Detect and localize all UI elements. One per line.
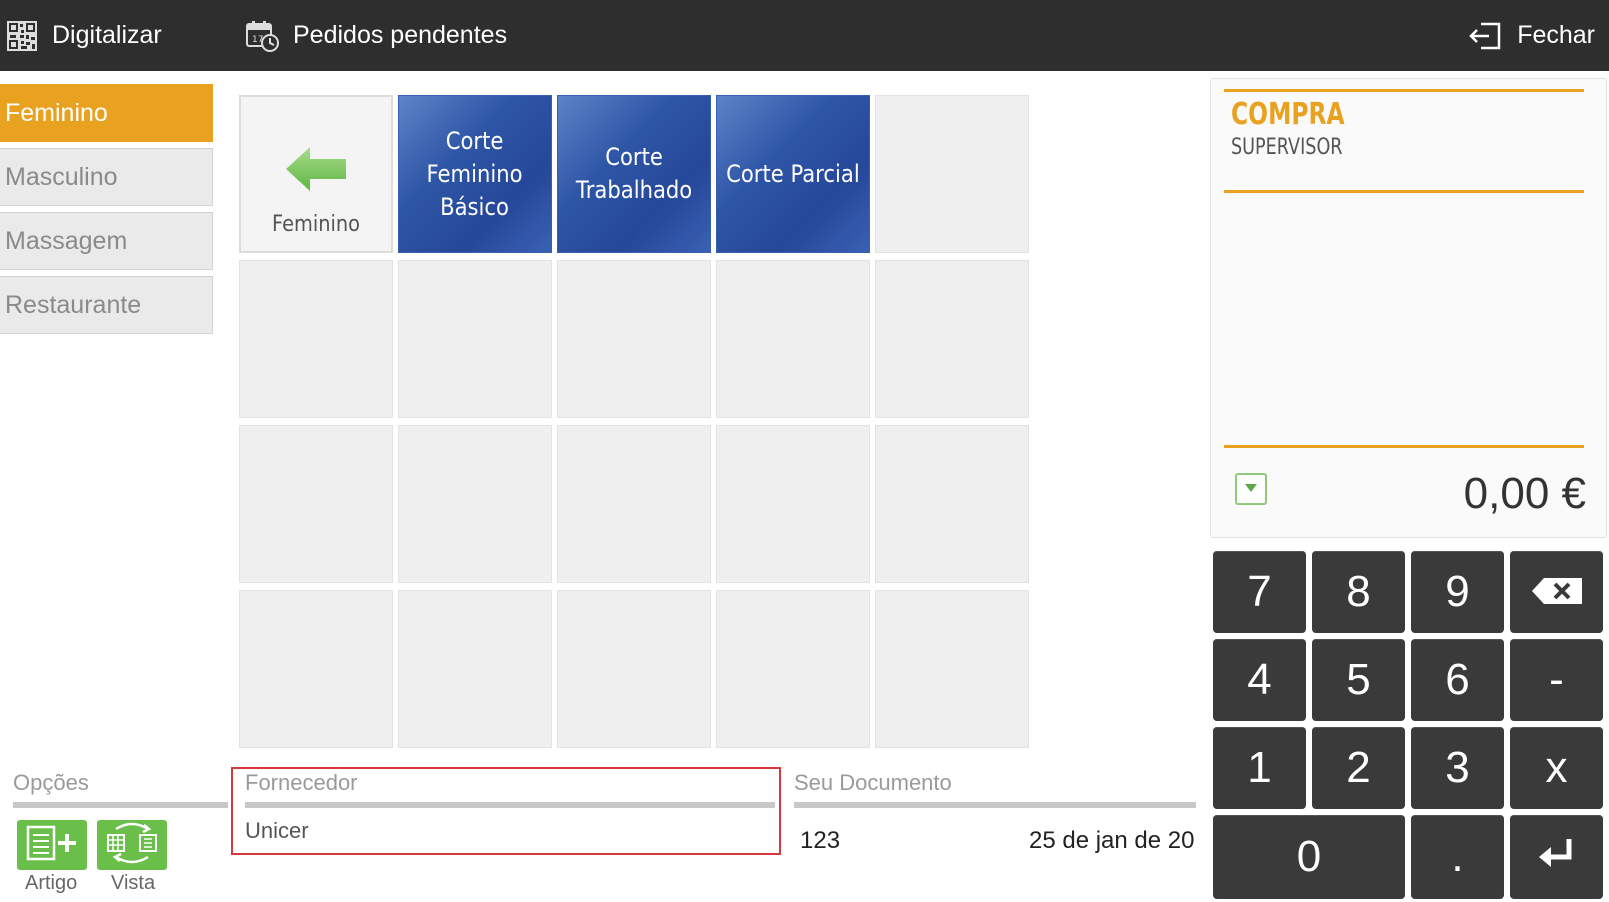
key-3[interactable]: 3 [1411,727,1504,809]
key-6[interactable]: 6 [1411,639,1504,721]
receipt-expand-button[interactable] [1235,473,1267,505]
scan-button[interactable]: Digitalizar [6,0,162,71]
key-minus[interactable]: - [1510,639,1603,721]
category-label: Restaurante [5,290,142,319]
supplier-label: Fornecedor [245,770,358,795]
close-label: Fechar [1517,21,1595,49]
empty-tile [716,260,870,418]
empty-tile [875,95,1029,253]
add-article-label: Artigo [25,872,78,894]
document-divider [794,802,1196,808]
key-9[interactable]: 9 [1411,551,1504,633]
empty-tile [398,425,552,583]
product-tile[interactable]: Corte Trabalhado [557,95,711,253]
category-label: Feminino [5,98,108,127]
category-massagem[interactable]: Massagem [0,212,213,270]
supplier-divider [245,802,775,808]
top-bar: Digitalizar 17 Pedidos pendentes Fechar [0,0,1609,71]
enter-button[interactable] [1510,815,1603,899]
key-1[interactable]: 1 [1213,727,1306,809]
key-decimal[interactable]: . [1411,815,1504,899]
chevron-down-icon [1244,480,1258,498]
scan-label: Digitalizar [52,21,162,49]
category-label: Masculino [5,162,118,191]
product-label: Corte Feminino Básico [426,126,523,221]
calendar-clock-icon: 17 [245,20,279,52]
empty-tile [239,260,393,418]
category-masculino[interactable]: Masculino [0,148,213,206]
empty-tile [875,260,1029,418]
receipt-divider [1224,190,1584,193]
key-0[interactable]: 0 [1213,815,1405,899]
key-4[interactable]: 4 [1213,639,1306,721]
key-5[interactable]: 5 [1312,639,1405,721]
product-tile[interactable]: Corte Parcial [716,95,870,253]
product-label: Corte Parcial [726,159,860,188]
add-article-button[interactable] [17,820,87,870]
close-button[interactable]: Fechar [1467,0,1595,71]
options-divider [13,802,228,808]
empty-tile [716,425,870,583]
receipt-user: SUPERVISOR [1231,135,1343,160]
back-tile[interactable]: Feminino [239,95,393,253]
add-article-icon [26,825,78,866]
key-8[interactable]: 8 [1312,551,1405,633]
category-feminino[interactable]: Feminino [0,84,213,142]
document-label: Seu Documento [794,770,952,795]
key-7[interactable]: 7 [1213,551,1306,633]
product-tile[interactable]: Corte Feminino Básico [398,95,552,253]
key-2[interactable]: 2 [1312,727,1405,809]
options-label: Opções [13,770,89,795]
pending-orders-button[interactable]: 17 Pedidos pendentes [245,0,507,71]
pending-orders-label: Pedidos pendentes [293,21,508,49]
empty-tile [557,260,711,418]
empty-tile [875,590,1029,748]
backspace-button[interactable] [1510,551,1603,633]
enter-icon [1537,832,1577,882]
empty-tile [398,260,552,418]
empty-tile [239,425,393,583]
switch-view-icon [102,821,162,870]
receipt-divider [1224,445,1584,448]
switch-view-label: Vista [111,872,156,894]
empty-tile [239,590,393,748]
document-date-field[interactable]: 25 de jan de 20 [1029,827,1196,855]
switch-view-button[interactable] [97,820,167,870]
empty-tile [557,425,711,583]
exit-icon [1467,20,1503,52]
category-restaurante[interactable]: Restaurante [0,276,213,334]
backspace-icon [1530,567,1584,617]
arrow-left-icon [284,145,348,198]
qr-code-icon [6,20,38,52]
receipt-panel: COMPRA SUPERVISOR 0,00 € [1210,78,1607,538]
receipt-title: COMPRA [1231,97,1345,132]
document-number-field[interactable]: 123 [800,827,840,855]
receipt-divider [1224,89,1584,92]
empty-tile [875,425,1029,583]
key-multiply[interactable]: x [1510,727,1603,809]
empty-tile [557,590,711,748]
back-tile-label: Feminino [272,212,360,237]
empty-tile [716,590,870,748]
product-label: Corte Trabalhado [575,143,693,204]
category-label: Massagem [5,226,128,255]
empty-tile [398,590,552,748]
supplier-value: Unicer [245,818,309,843]
receipt-total: 0,00 € [1463,469,1586,518]
